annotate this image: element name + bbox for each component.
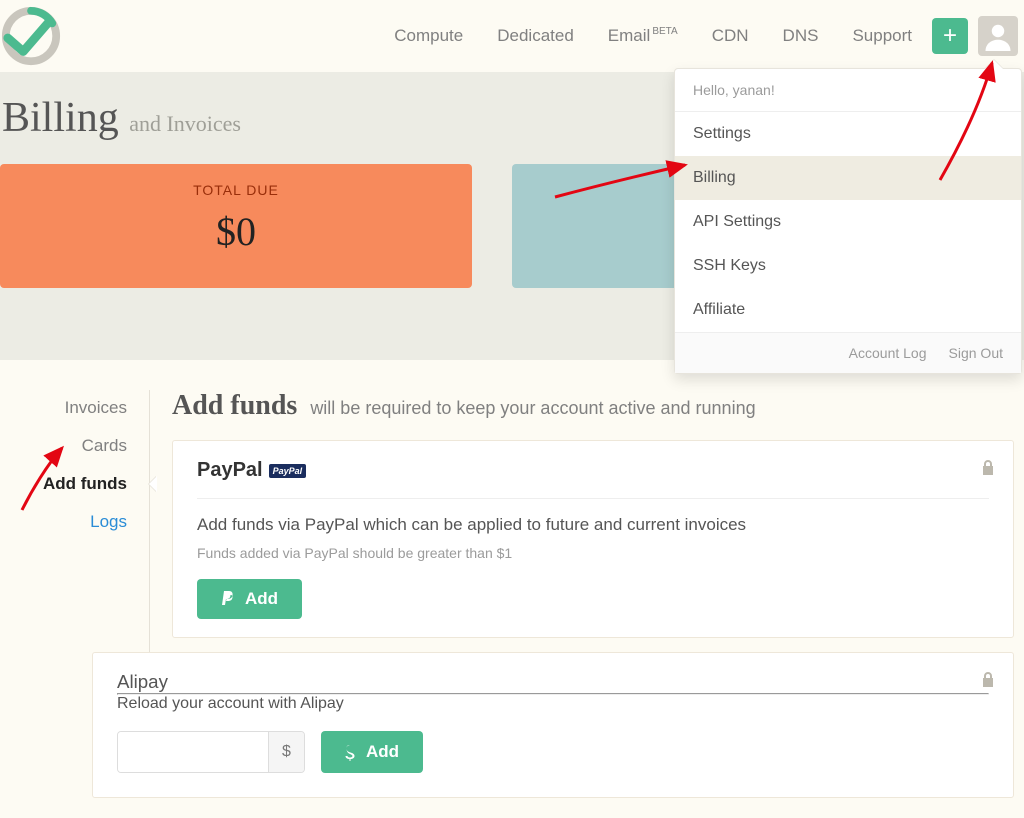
dropdown-settings[interactable]: Settings bbox=[675, 112, 1021, 156]
alipay-amount-input[interactable] bbox=[118, 732, 268, 772]
paypal-description: Add funds via PayPal which can be applie… bbox=[197, 515, 989, 535]
total-due-value: $0 bbox=[0, 208, 472, 255]
total-due-label: TOTAL DUE bbox=[0, 182, 472, 198]
plus-icon: + bbox=[943, 24, 957, 48]
top-nav: Compute Dedicated EmailBETA CDN DNS Supp… bbox=[394, 26, 912, 46]
paypal-title: PayPal PayPal bbox=[197, 459, 989, 482]
logo[interactable] bbox=[0, 5, 62, 67]
sidebar-item-add-funds[interactable]: Add funds bbox=[0, 474, 127, 494]
user-avatar[interactable] bbox=[978, 16, 1018, 56]
dropdown-ssh-keys[interactable]: SSH Keys bbox=[675, 244, 1021, 288]
sidebar-item-invoices[interactable]: Invoices bbox=[0, 398, 127, 418]
currency-suffix: $ bbox=[268, 732, 304, 772]
add-button[interactable]: + bbox=[932, 18, 968, 54]
content-heading: Add funds will be required to keep your … bbox=[172, 390, 1014, 422]
page-subtitle: and Invoices bbox=[129, 111, 241, 136]
paypal-panel: PayPal PayPal Add funds via PayPal which… bbox=[172, 440, 1014, 638]
paypal-icon bbox=[221, 591, 235, 607]
nav-compute[interactable]: Compute bbox=[394, 26, 463, 46]
dropdown-account-log[interactable]: Account Log bbox=[849, 345, 927, 361]
alipay-title: Alipay bbox=[117, 671, 989, 693]
dollar-icon bbox=[345, 743, 356, 761]
main-area: Invoices Cards Add funds Logs Add funds … bbox=[0, 360, 1024, 798]
user-dropdown: Hello, yanan! Settings Billing API Setti… bbox=[674, 68, 1022, 374]
alipay-amount-group: $ bbox=[117, 731, 305, 773]
paypal-add-button[interactable]: Add bbox=[197, 579, 302, 619]
content-subheading: will be required to keep your account ac… bbox=[310, 398, 755, 418]
top-header: Compute Dedicated EmailBETA CDN DNS Supp… bbox=[0, 0, 1024, 72]
lock-icon bbox=[981, 459, 995, 480]
nav-dns[interactable]: DNS bbox=[783, 26, 819, 46]
nav-dedicated[interactable]: Dedicated bbox=[497, 26, 574, 46]
nav-support[interactable]: Support bbox=[852, 26, 912, 46]
dropdown-billing[interactable]: Billing bbox=[675, 156, 1021, 200]
paypal-note: Funds added via PayPal should be greater… bbox=[197, 545, 989, 561]
alipay-add-button[interactable]: Add bbox=[321, 731, 423, 773]
alipay-panel: Alipay Reload your account with Alipay $… bbox=[92, 652, 1014, 798]
total-due-card[interactable]: TOTAL DUE $0 bbox=[0, 164, 472, 288]
paypal-badge-icon: PayPal bbox=[269, 464, 307, 478]
beta-badge: BETA bbox=[652, 26, 677, 37]
sidebar-item-logs[interactable]: Logs bbox=[0, 512, 127, 532]
content: Add funds will be required to keep your … bbox=[150, 390, 1024, 798]
dropdown-api-settings[interactable]: API Settings bbox=[675, 200, 1021, 244]
dropdown-affiliate[interactable]: Affiliate bbox=[675, 288, 1021, 332]
nav-email[interactable]: EmailBETA bbox=[608, 26, 678, 46]
dropdown-footer: Account Log Sign Out bbox=[675, 332, 1021, 373]
lock-icon bbox=[981, 671, 995, 692]
alipay-description: Reload your account with Alipay bbox=[117, 695, 989, 713]
dropdown-sign-out[interactable]: Sign Out bbox=[949, 345, 1003, 361]
nav-cdn[interactable]: CDN bbox=[712, 26, 749, 46]
dropdown-greeting: Hello, yanan! bbox=[675, 69, 1021, 112]
sidebar-item-cards[interactable]: Cards bbox=[0, 436, 127, 456]
